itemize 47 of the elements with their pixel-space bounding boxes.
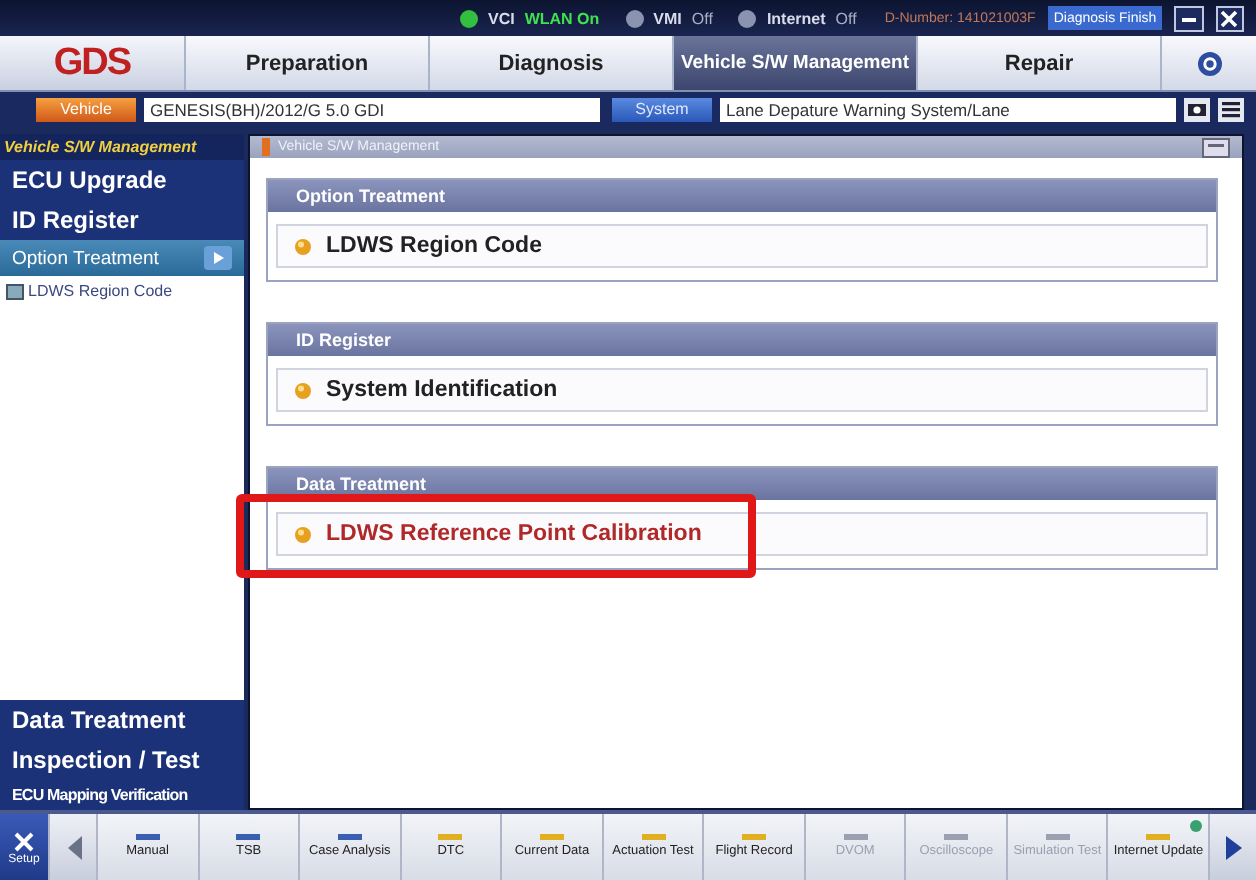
right-arrow-icon [1223,833,1244,861]
left-arrow-icon [63,833,83,861]
search-icon [1195,49,1223,77]
status-text: WLAN On [524,9,600,27]
marker-icon [262,138,270,156]
system-field[interactable]: Lane Depature Warning System/Lane [720,97,1176,121]
logo: GDS [51,39,133,87]
group-header: Option Treatment [268,180,1216,212]
status-label: VCI [488,9,515,27]
status-label: VMI [653,9,682,27]
nav-tab[interactable]: Vehicle S/W Management [672,36,916,90]
sidebar-title: Vehicle S/W Management [0,134,244,160]
menu-item[interactable]: LDWS Reference Point Calibration [276,512,1208,556]
list-button[interactable] [1218,97,1244,121]
sidebar-item[interactable]: ECU Upgrade [0,160,244,200]
group-header: ID Register [268,324,1216,356]
list-icon [1220,98,1242,120]
sidebar-item[interactable]: Data Treatment [0,700,244,740]
bullet-icon [294,237,312,255]
bullet-icon [294,381,312,399]
nav-tab[interactable]: Preparation [184,36,428,90]
close-button[interactable] [1215,5,1244,31]
camera-button[interactable] [1184,97,1210,121]
page-icon [6,283,24,299]
sidebar-item[interactable]: ECU Mapping Verification [0,780,244,810]
sidebar-item[interactable]: Inspection / Test [0,740,244,780]
scroll-left-button[interactable] [48,814,96,880]
sidebar-item[interactable]: ID Register [0,200,244,240]
minimize-button[interactable] [1174,5,1204,31]
menu-item[interactable]: System Identification [276,368,1208,412]
status-text: Off [691,9,713,27]
group-header: Data Treatment [268,468,1216,500]
camera-icon [1186,98,1208,120]
bullet-icon [294,525,312,543]
nav-tab[interactable]: Diagnosis [428,36,672,90]
system-button[interactable]: System [612,97,712,121]
status-label: Internet [766,9,826,27]
menu-item[interactable]: LDWS Region Code [276,224,1208,268]
sidebar-item[interactable]: Option Treatment [0,240,244,276]
scroll-right-button[interactable] [1208,814,1256,880]
tools-icon [12,829,36,853]
vehicle-field[interactable]: GENESIS(BH)/2012/G 5.0 GDI [144,97,600,121]
search-button[interactable] [1160,36,1256,90]
nav-tab[interactable]: Repair [916,36,1160,90]
close-icon [1218,7,1241,29]
status-text: Off [835,9,857,27]
submenu-item[interactable]: LDWS Region Code [6,282,238,300]
